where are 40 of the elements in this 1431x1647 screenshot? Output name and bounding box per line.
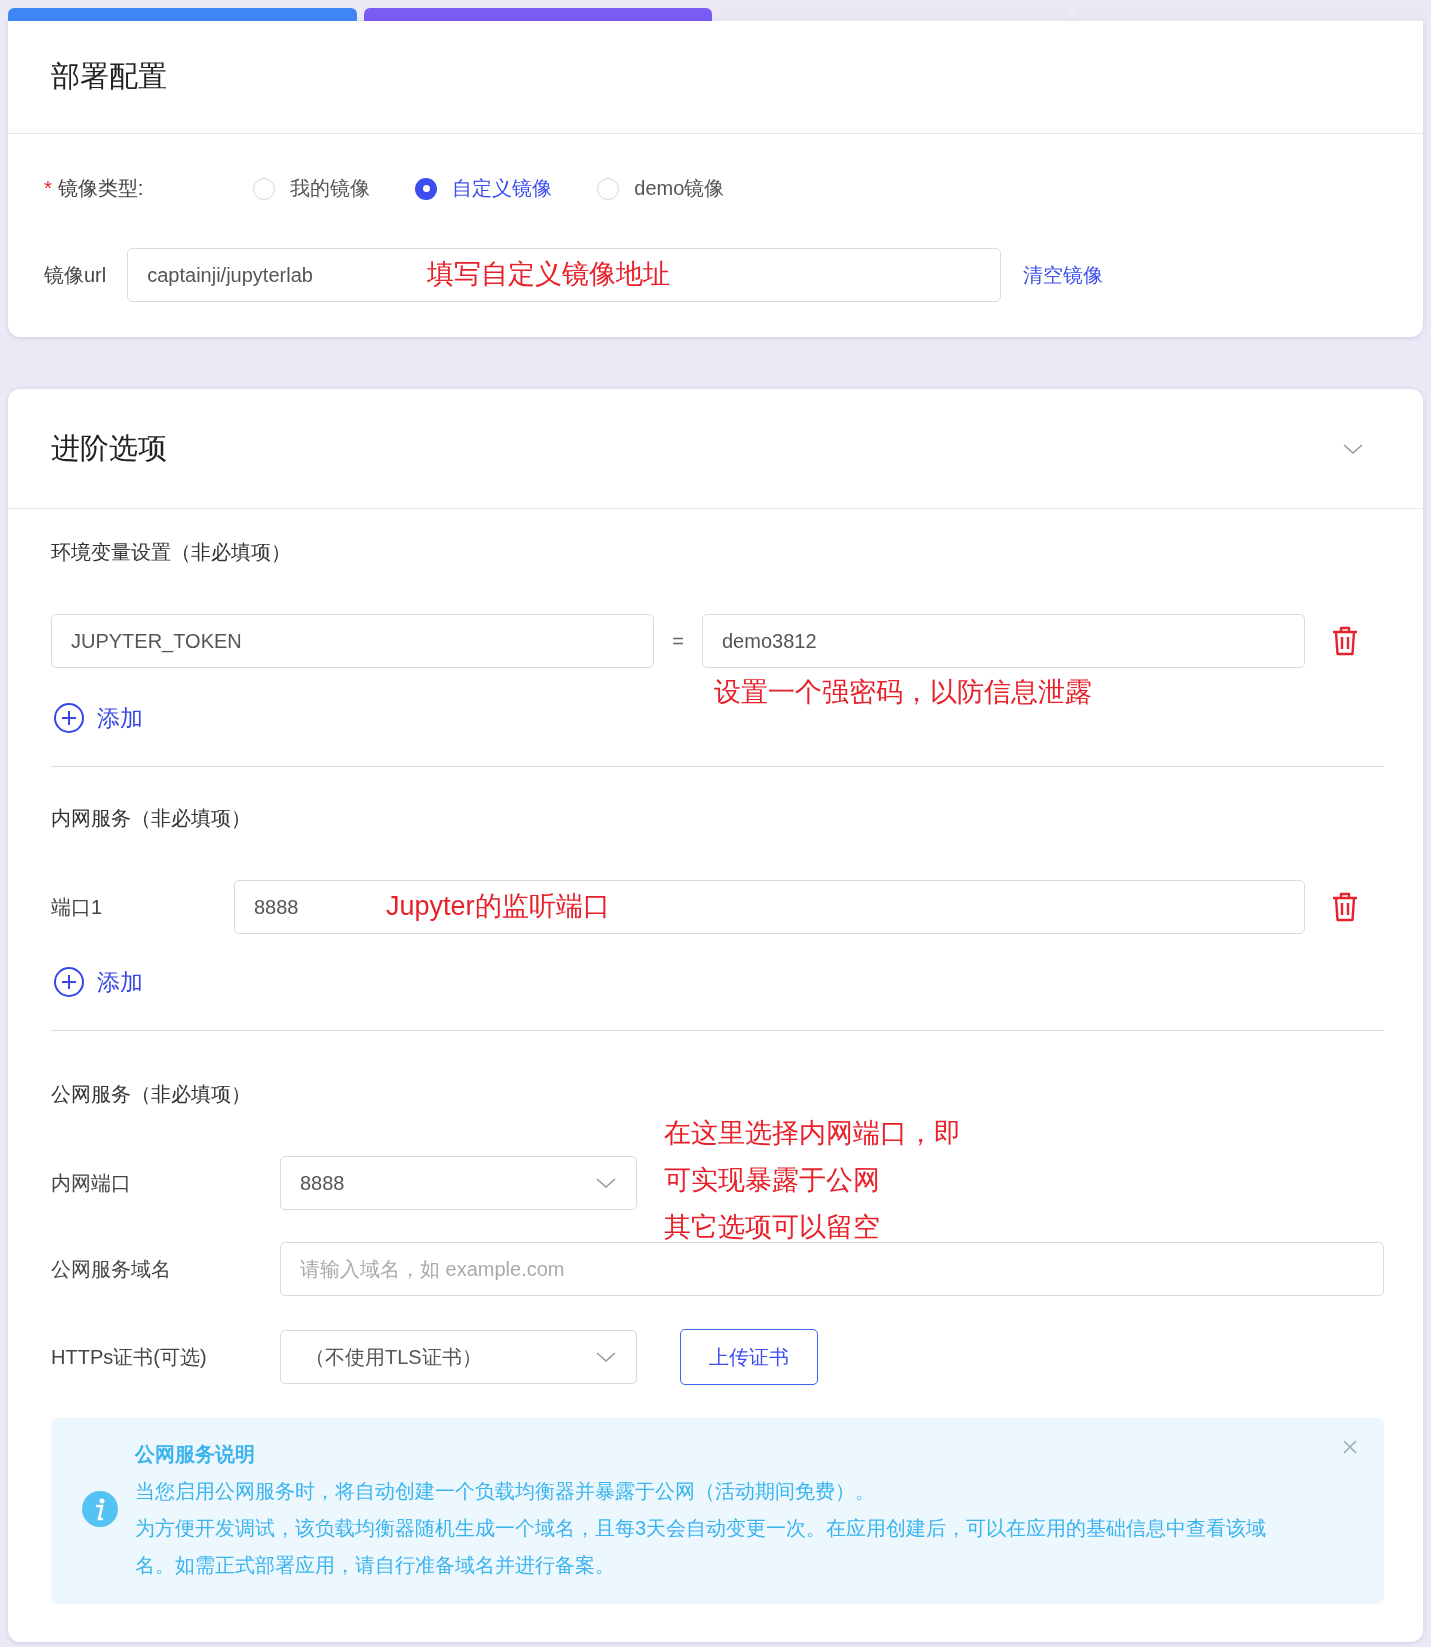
annotation-text: 可实现暴露于公网 [664, 1164, 881, 1197]
radio-option[interactable]: 我的镜像 [253, 175, 371, 202]
notice-text: 为方便开发调试，该负载均衡器随机生成一个域名，且每3天会自动变更一次。在应用创建后，可以在应用的基础信息中查看该域名。如需正式部署应用，请自行准备域名并进行备案。 [135, 1516, 1268, 1578]
notice-text: 当您启用公网服务时，将自动创建一个负载均衡器并暴露于公网（活动期间免费）。 [135, 1479, 876, 1504]
field-label: 端口1 [51, 894, 104, 920]
field-label: 内网端口 [51, 1170, 132, 1196]
domain-field[interactable]: 请输入域名，如 example.com [280, 1242, 1384, 1296]
annotation-text: 在这里选择内网端口，即 [664, 1117, 961, 1150]
radio-option[interactable]: 自定义镜像 [415, 175, 553, 202]
key-field[interactable]: JUPYTER_TOKEN [51, 614, 654, 668]
notice-title: 公网服务说明 [135, 1442, 256, 1467]
certificate-dropdown[interactable]: （不使用TLS证书） [280, 1330, 637, 1384]
add-button[interactable]: 添加 [53, 966, 143, 998]
section-title: 进阶选项 [51, 430, 167, 466]
value-field[interactable]: demo3812 [702, 614, 1305, 668]
field-label: 镜像类型: [57, 176, 144, 201]
group-title: 内网服务（非必填项） [51, 806, 251, 831]
field-label: HTTPs证书(可选) [51, 1344, 208, 1370]
add-icon [53, 702, 85, 734]
chevron-down-icon[interactable] [1342, 442, 1364, 455]
field-label: 公网服务域名 [51, 1256, 172, 1282]
annotation-text: Jupyter的监听端口 [386, 890, 610, 923]
chevron-down-icon [595, 1177, 617, 1189]
port-dropdown[interactable]: 8888 [280, 1156, 637, 1210]
upload-button[interactable]: 上传证书 [680, 1329, 818, 1385]
annotation-text: 其它选项可以留空 [664, 1211, 881, 1244]
section-title: 部署配置 [51, 59, 167, 94]
chevron-down-icon [595, 1351, 617, 1363]
clear-link[interactable]: 清空镜像 [1023, 261, 1104, 289]
equals-sign: = [671, 629, 685, 653]
annotation-text: 设置一个强密码，以防信息泄露 [714, 676, 1092, 709]
field-label: 镜像url [44, 262, 107, 288]
radio-option[interactable]: demo镜像 [597, 175, 725, 202]
info-icon [82, 1491, 118, 1527]
group-title: 环境变量设置（非必填项） [51, 540, 291, 565]
required-mark: * [44, 177, 52, 200]
annotation-text: 填写自定义镜像地址 [427, 258, 671, 291]
add-button[interactable]: 添加 [53, 702, 143, 734]
add-icon [53, 966, 85, 998]
group-title: 公网服务（非必填项） [51, 1082, 251, 1107]
